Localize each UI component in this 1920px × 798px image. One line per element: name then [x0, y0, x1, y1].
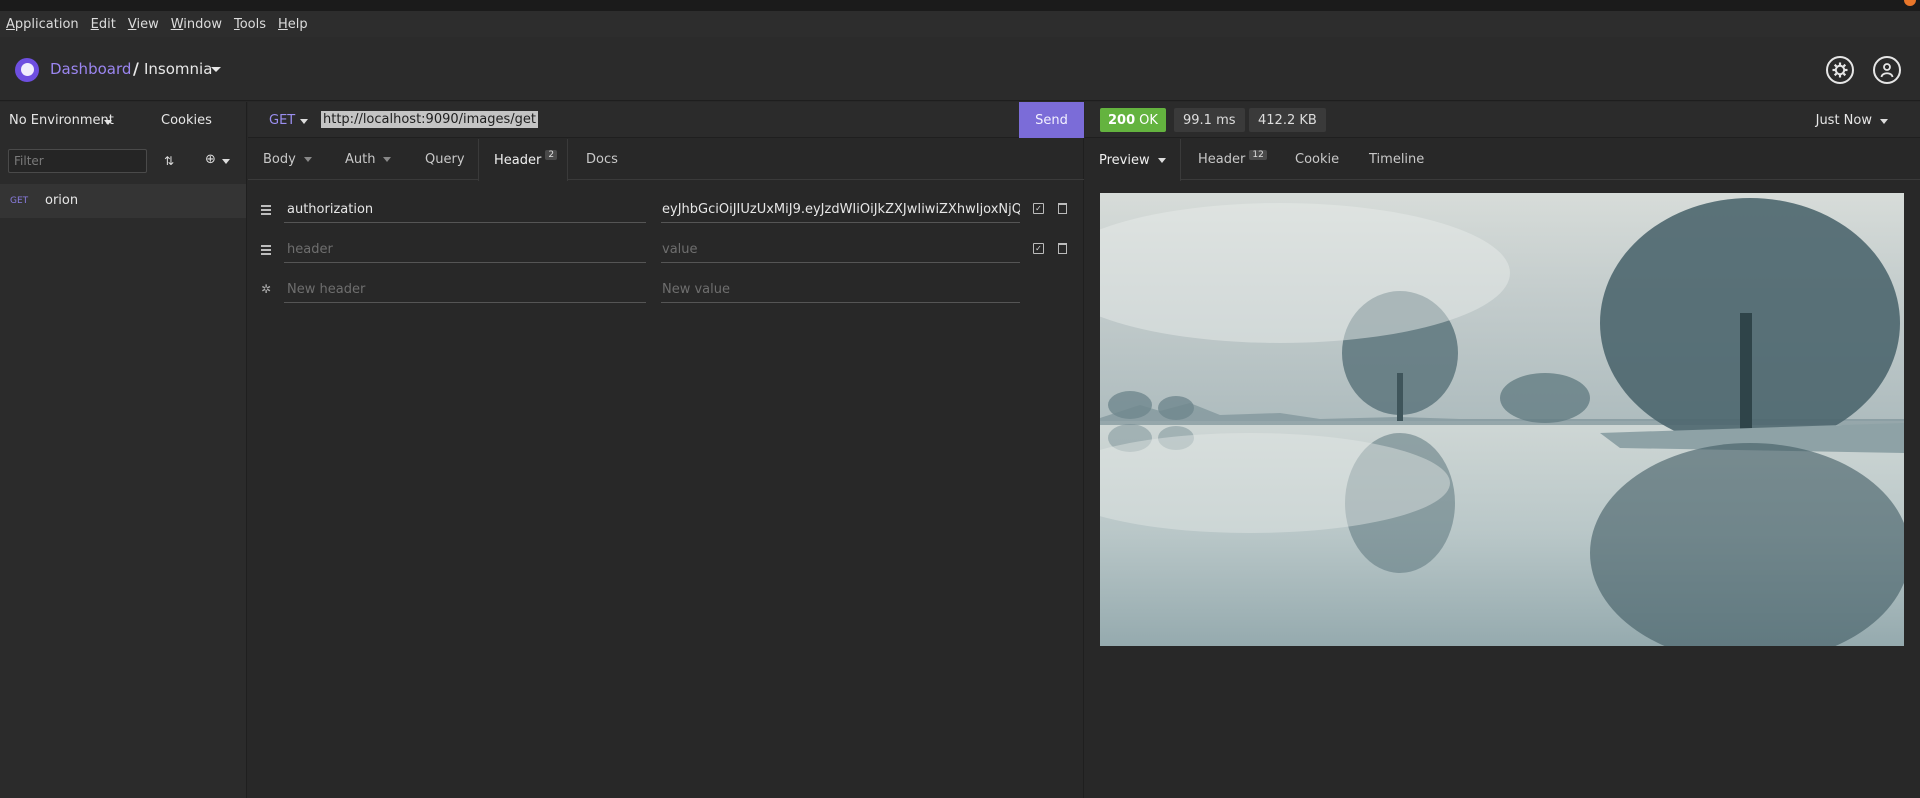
trash-icon[interactable] — [1058, 203, 1067, 214]
menu-edit-label: dit — [98, 16, 116, 32]
menu-application[interactable]: Application — [6, 17, 79, 32]
url-bar: GET http://localhost:9090/images/get Sen… — [248, 102, 1084, 138]
url-input[interactable]: http://localhost:9090/images/get — [321, 111, 539, 128]
filter-input[interactable] — [8, 149, 147, 173]
environment-chevron-down-icon[interactable] — [104, 120, 112, 125]
history-chevron-down-icon[interactable] — [1880, 119, 1888, 124]
enable-checkbox-icon[interactable]: ✓ — [1033, 203, 1044, 214]
preview-chevron-down-icon — [1157, 157, 1166, 163]
environment-selector[interactable]: No Environment — [9, 113, 114, 128]
tab-docs[interactable]: Docs — [586, 139, 618, 180]
add-circle-icon[interactable]: ⊕ — [205, 152, 216, 167]
request-tabs: Body Auth Query Header 2 Docs — [248, 139, 1084, 181]
gear-icon: ✲ — [261, 282, 272, 296]
tab-response-header-label: Header — [1198, 152, 1246, 167]
response-status-bar: 200 OK 99.1 ms 412.2 KB Just Now — [1085, 102, 1920, 138]
sort-icon[interactable]: ⇅ — [164, 154, 174, 168]
new-header-value-input[interactable]: New value — [661, 279, 1020, 303]
app-header: Dashboard / Insomnia — [0, 37, 1920, 101]
header-row: authorization eyJhbGciOiJIUzUxMiJ9.eyJzd… — [248, 193, 1084, 229]
tab-docs-label: Docs — [586, 152, 618, 167]
tab-preview[interactable]: Preview — [1085, 139, 1181, 181]
request-method-badge: GET — [10, 196, 29, 206]
tab-response-header[interactable]: Header 12 — [1198, 139, 1267, 180]
send-button[interactable]: Send — [1019, 102, 1084, 138]
settings-button[interactable] — [1826, 56, 1854, 84]
menu-application-mnemonic: A — [6, 16, 15, 32]
tab-cookie[interactable]: Cookie — [1295, 139, 1339, 180]
window-top-strip — [0, 0, 1920, 11]
account-button[interactable] — [1873, 56, 1901, 84]
tab-preview-label: Preview — [1099, 152, 1150, 168]
method-chevron-down-icon[interactable] — [300, 119, 308, 124]
response-tabs: Preview Header 12 Cookie Timeline — [1085, 139, 1920, 181]
menu-help-label: elp — [287, 16, 308, 32]
response-pane: 200 OK 99.1 ms 412.2 KB Just Now Preview … — [1085, 102, 1920, 798]
tab-body-label: Body — [263, 152, 296, 167]
tab-auth-label: Auth — [345, 152, 376, 167]
status-badge: 200 OK — [1100, 108, 1166, 132]
menu-view[interactable]: View — [128, 17, 159, 32]
menu-tools[interactable]: Tools — [234, 17, 266, 32]
menu-edit[interactable]: Edit — [91, 17, 116, 32]
user-icon — [1880, 63, 1894, 78]
response-image-preview — [1100, 193, 1904, 646]
menu-help[interactable]: Help — [278, 17, 308, 32]
request-name: orion — [45, 193, 79, 208]
drag-handle-icon[interactable] — [261, 205, 271, 217]
response-time-badge: 99.1 ms — [1174, 108, 1245, 132]
response-size-badge: 412.2 KB — [1249, 108, 1326, 132]
breadcrumb-dashboard[interactable]: Dashboard — [50, 60, 131, 78]
trash-icon[interactable] — [1058, 243, 1067, 254]
insomnia-logo-icon — [15, 58, 39, 82]
menu-view-label: iew — [136, 16, 159, 32]
header-name-input[interactable]: header — [284, 239, 646, 263]
menu-window-mnemonic: W — [170, 16, 184, 32]
tab-timeline-label: Timeline — [1369, 152, 1425, 167]
cookies-button[interactable]: Cookies — [161, 113, 212, 128]
tab-auth[interactable]: Auth — [345, 139, 392, 180]
body-chevron-down-icon — [303, 157, 312, 162]
new-header-name-input[interactable]: New header — [284, 279, 646, 303]
tab-body[interactable]: Body — [263, 139, 312, 180]
status-text: OK — [1139, 112, 1158, 128]
breadcrumb-workspace[interactable]: Insomnia — [144, 60, 212, 78]
new-header-row: ✲ New header New value — [248, 273, 1084, 309]
notification-dot — [1904, 0, 1916, 6]
breadcrumb-separator: / — [133, 59, 139, 78]
sidebar: No Environment Cookies ⇅ ⊕ GET orion — [0, 102, 247, 798]
auth-chevron-down-icon — [383, 157, 392, 162]
add-chevron-down-icon[interactable] — [222, 159, 230, 164]
menu-window-label: indow — [183, 16, 222, 32]
request-pane: GET http://localhost:9090/images/get Sen… — [248, 102, 1084, 798]
response-header-count-badge: 12 — [1249, 149, 1267, 160]
header-value-input[interactable]: eyJhbGciOiJIUzUxMiJ9.eyJzdWIiOiJkZXJwIiw… — [661, 199, 1020, 223]
tab-query-label: Query — [425, 152, 465, 167]
frosty-landscape-image — [1100, 193, 1904, 646]
menu-application-label: pplication — [14, 16, 79, 32]
menubar: Application Edit View Window Tools Help — [0, 11, 1920, 37]
tab-query[interactable]: Query — [425, 139, 465, 180]
header-row: header value ✓ — [248, 233, 1084, 269]
header-value-input[interactable]: value — [661, 239, 1020, 263]
menu-help-mnemonic: H — [278, 16, 288, 32]
tab-header[interactable]: Header 2 — [478, 139, 568, 181]
tab-cookie-label: Cookie — [1295, 152, 1340, 167]
tab-header-label: Header — [494, 152, 542, 168]
menu-tools-label: ools — [239, 16, 267, 32]
header-name-input[interactable]: authorization — [284, 199, 646, 223]
gear-icon — [1832, 62, 1848, 78]
sidebar-request-item[interactable]: GET orion — [0, 184, 246, 218]
tab-timeline[interactable]: Timeline — [1369, 139, 1424, 180]
status-code: 200 — [1108, 112, 1136, 128]
method-selector[interactable]: GET — [269, 113, 295, 128]
enable-checkbox-icon[interactable]: ✓ — [1033, 243, 1044, 254]
menu-edit-mnemonic: E — [90, 16, 99, 32]
workspace-chevron-down-icon[interactable] — [211, 67, 221, 72]
history-dropdown[interactable]: Just Now — [1816, 113, 1872, 128]
menu-window[interactable]: Window — [171, 17, 222, 32]
header-count-badge: 2 — [545, 150, 558, 160]
drag-handle-icon[interactable] — [261, 245, 271, 257]
